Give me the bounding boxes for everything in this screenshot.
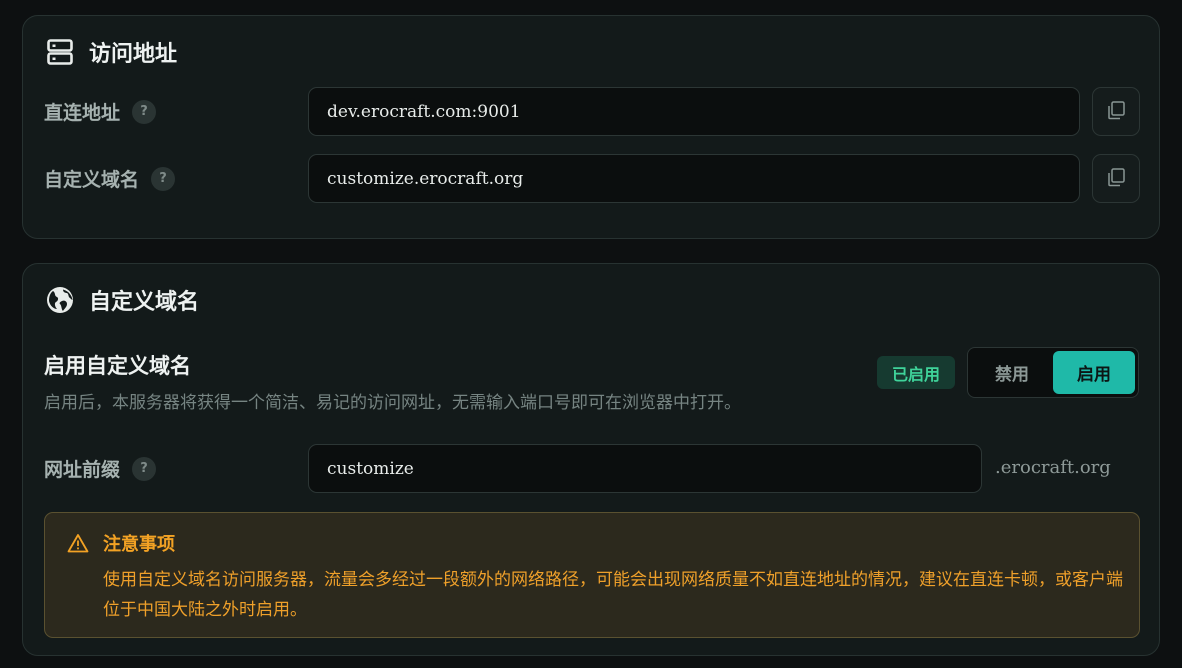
help-icon[interactable]: ? bbox=[151, 166, 176, 191]
help-icon[interactable]: ? bbox=[132, 99, 157, 124]
direct-address-label: 直连地址 ? bbox=[44, 98, 157, 125]
enable-custom-domain-title: 启用自定义域名 bbox=[44, 354, 191, 378]
help-icon[interactable]: ? bbox=[132, 456, 157, 481]
globe-icon bbox=[45, 285, 75, 315]
server-icon bbox=[45, 37, 75, 67]
notice-box: 注意事项 使用自定义域名访问服务器，流量会多经过一段额外的网络路径，可能会出现网… bbox=[44, 512, 1140, 638]
status-badge: 已启用 bbox=[877, 356, 955, 389]
custom-domain-label: 自定义域名 ? bbox=[44, 165, 176, 192]
url-prefix-input[interactable]: customize bbox=[308, 444, 982, 493]
direct-address-value: dev.erocraft.com:9001 bbox=[327, 101, 521, 122]
access-card: 访问地址 直连地址 ? dev.erocraft.com:9001 自定义域名 … bbox=[22, 15, 1160, 239]
access-card-title-text: 访问地址 bbox=[89, 42, 178, 67]
custom-domain-card: 自定义域名 启用自定义域名 启用后，本服务器将获得一个简洁、易记的访问网址，无需… bbox=[22, 263, 1160, 656]
url-prefix-label: 网址前缀 ? bbox=[44, 455, 157, 482]
custom-domain-card-title: 自定义域名 bbox=[45, 284, 199, 316]
warning-icon bbox=[67, 533, 89, 553]
notice-title-text: 注意事项 bbox=[103, 534, 175, 555]
direct-address-field[interactable]: dev.erocraft.com:9001 bbox=[308, 87, 1080, 136]
custom-domain-label-text: 自定义域名 bbox=[44, 169, 140, 191]
access-card-title: 访问地址 bbox=[45, 36, 177, 68]
url-prefix-value: customize bbox=[327, 458, 414, 479]
enable-option[interactable]: 启用 bbox=[1053, 351, 1135, 394]
copy-direct-address-button[interactable] bbox=[1092, 87, 1140, 136]
custom-domain-field[interactable]: customize.erocraft.org bbox=[308, 154, 1080, 203]
domain-suffix: .erocraft.org bbox=[995, 457, 1111, 478]
url-prefix-label-text: 网址前缀 bbox=[44, 459, 121, 481]
enable-toggle[interactable]: 禁用 启用 bbox=[967, 347, 1139, 398]
notice-body: 使用自定义域名访问服务器，流量会多经过一段额外的网络路径，可能会出现网络质量不如… bbox=[103, 570, 1123, 620]
copy-custom-domain-button[interactable] bbox=[1092, 154, 1140, 203]
copy-icon bbox=[1106, 100, 1126, 124]
disable-option[interactable]: 禁用 bbox=[971, 351, 1053, 394]
custom-domain-value: customize.erocraft.org bbox=[327, 168, 524, 189]
copy-icon bbox=[1106, 167, 1126, 191]
enable-custom-domain-description: 启用后，本服务器将获得一个简洁、易记的访问网址，无需输入端口号即可在浏览器中打开… bbox=[44, 393, 741, 413]
custom-domain-card-title-text: 自定义域名 bbox=[89, 290, 200, 315]
direct-address-label-text: 直连地址 bbox=[44, 102, 121, 124]
notice-title: 注意事项 bbox=[67, 530, 175, 556]
